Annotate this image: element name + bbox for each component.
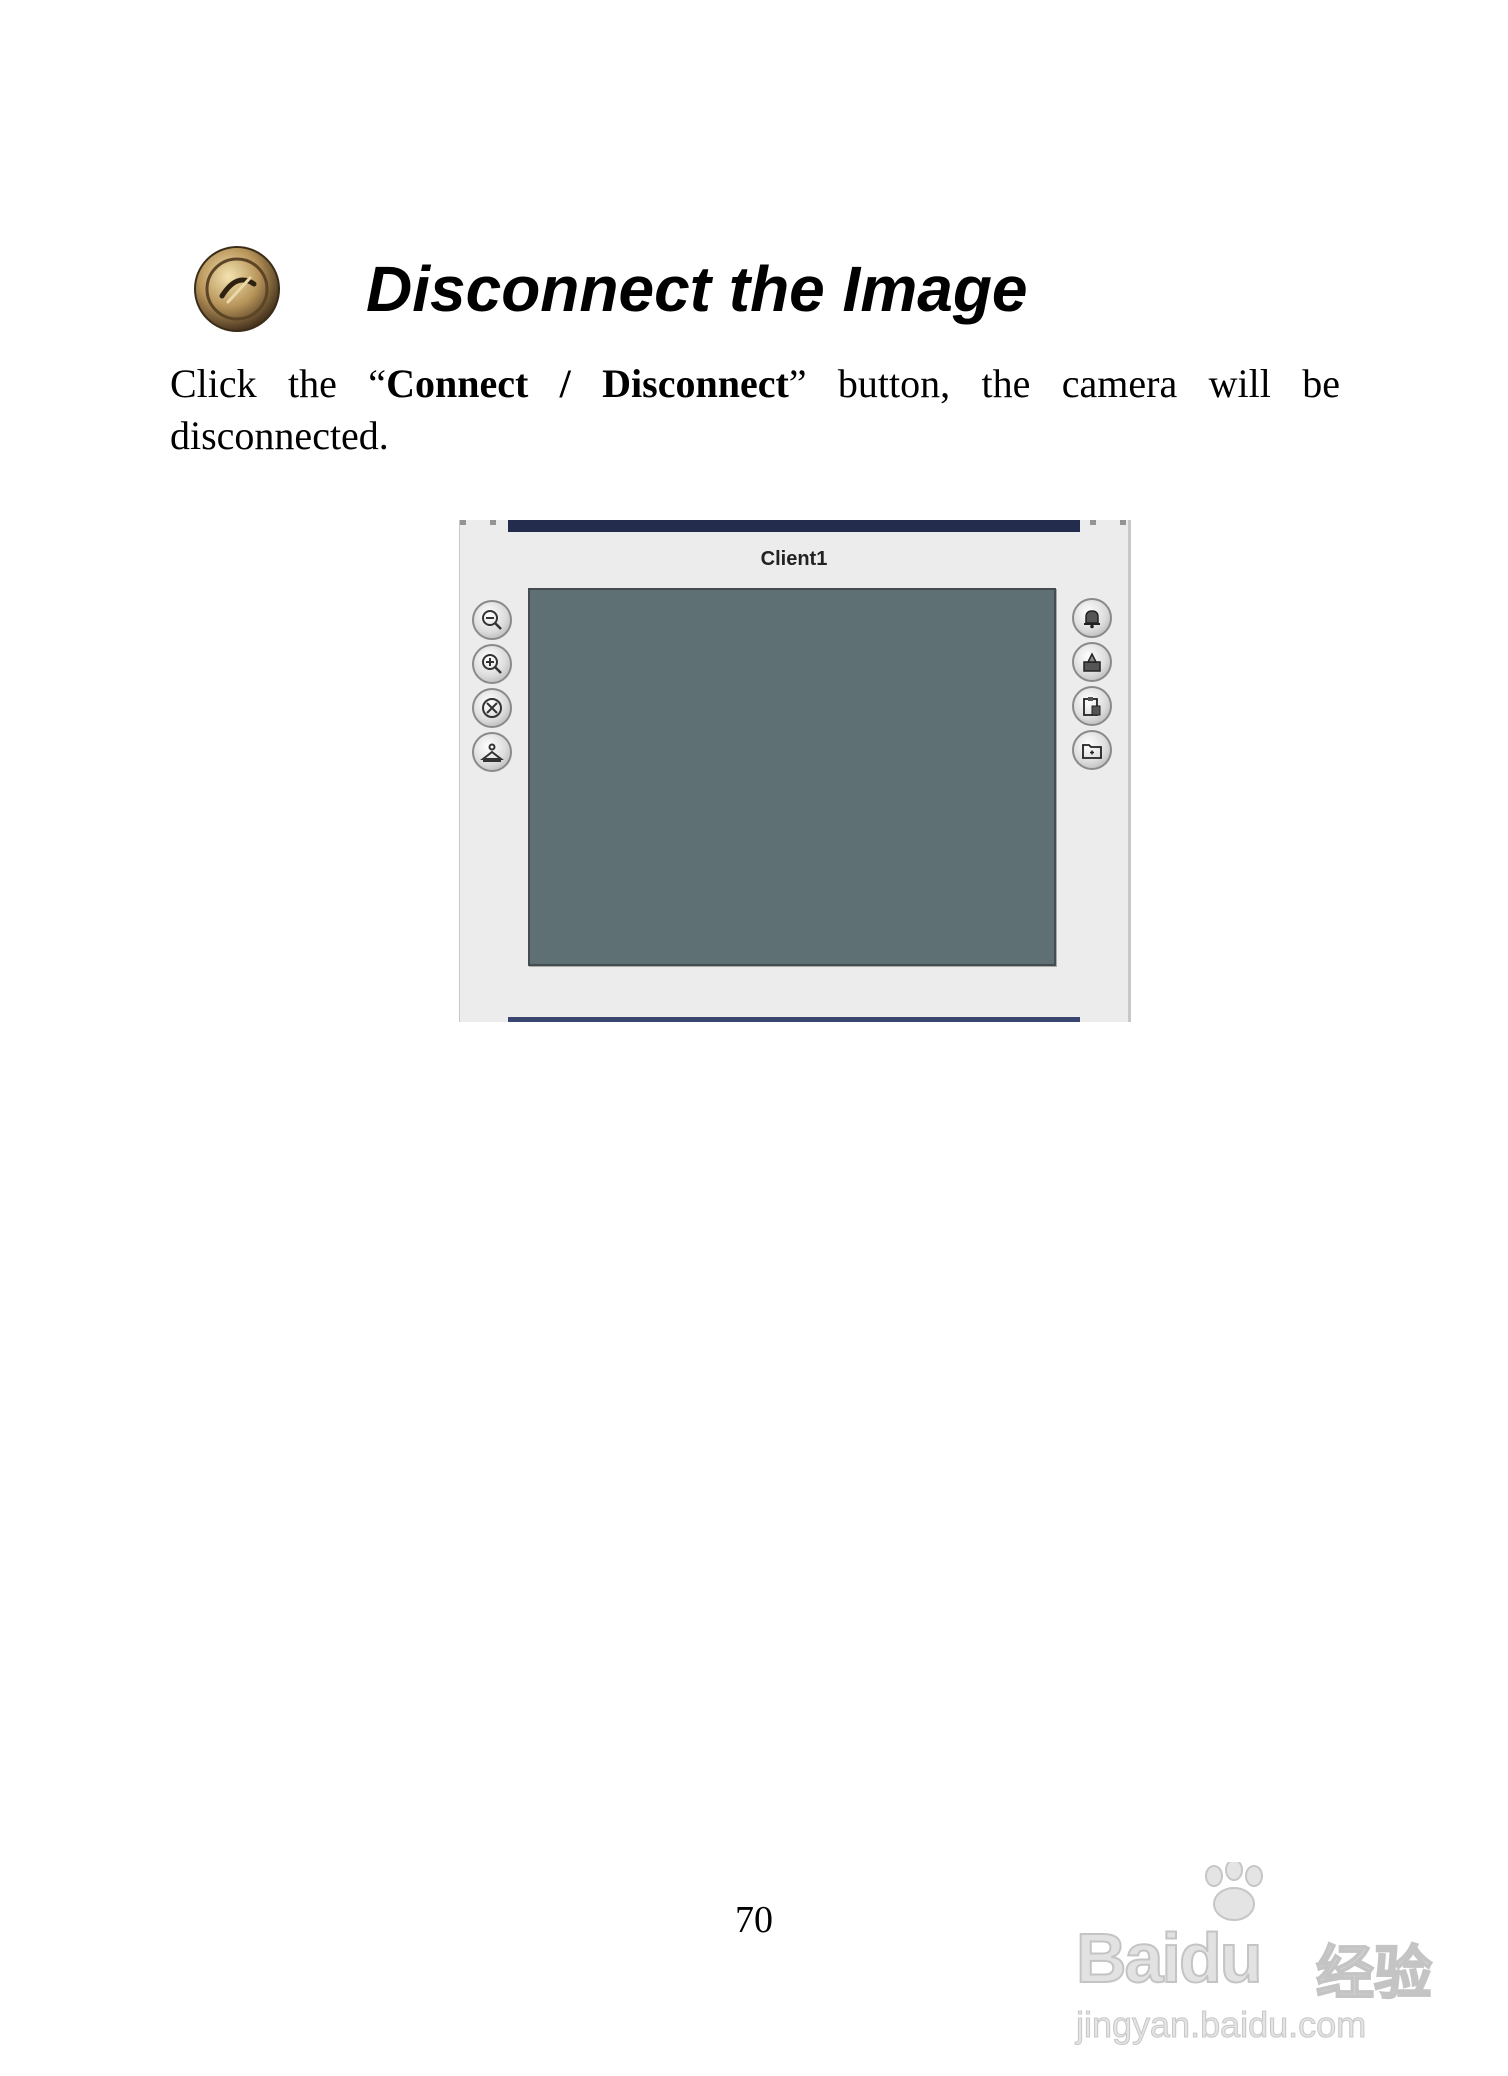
viewer-screenshot: Client1 [459, 520, 1131, 1022]
connect-disconnect-button[interactable] [472, 688, 512, 728]
watermark-url: jingyan.baidu.com [1075, 2004, 1367, 2046]
alarm-bell-icon [1084, 610, 1100, 629]
paw-logo-icon [1205, 1862, 1263, 1921]
connect-disconnect-icon [192, 244, 282, 334]
zoom-in-icon [482, 654, 502, 674]
folder-button[interactable] [1072, 730, 1112, 770]
disconnect-icon [482, 698, 502, 718]
zoom-in-button[interactable] [472, 644, 512, 684]
section-title: Disconnect the Image [366, 253, 1028, 325]
instruction-text-before: Click the “ [170, 361, 387, 406]
record-button[interactable] [472, 732, 512, 772]
zoom-out-button[interactable] [472, 600, 512, 640]
instruction-paragraph: Click the “Connect / Disconnect” button,… [170, 358, 1340, 462]
status-bar-strip [508, 1017, 1080, 1022]
client-label: Client1 [760, 548, 828, 570]
record-icon [480, 743, 504, 762]
baidu-watermark: Baidu 经验 jingyan.baidu.com [1075, 1862, 1436, 2046]
folder-icon [1082, 744, 1102, 759]
zoom-out-icon [482, 610, 502, 630]
video-display [528, 588, 1056, 966]
snapshot-button[interactable] [1072, 642, 1112, 682]
clipboard-icon [1083, 697, 1101, 716]
snapshot-icon [1083, 652, 1101, 672]
alarm-button[interactable] [1072, 598, 1112, 638]
connect-disconnect-label: Connect / Disconnect [386, 361, 789, 406]
watermark-brand: Baidu [1075, 1918, 1263, 1998]
watermark-cn: 经验 [1315, 1938, 1433, 2008]
title-bar-strip [508, 520, 1080, 532]
clipboard-button[interactable] [1072, 686, 1112, 726]
